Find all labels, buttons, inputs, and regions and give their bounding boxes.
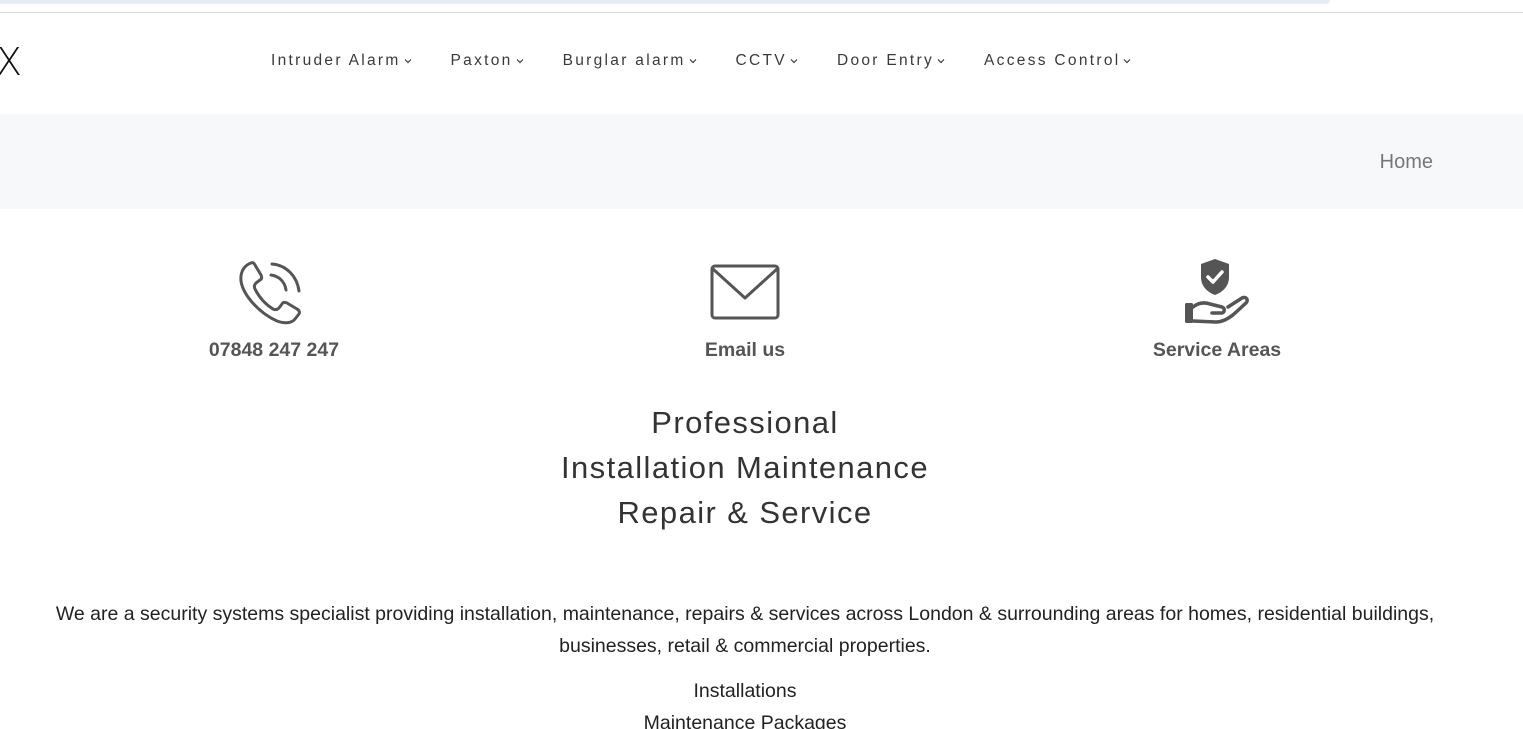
list-item: Maintenance Packages — [643, 712, 847, 729]
nav-item-burglar-alarm[interactable]: Burglar alarm — [563, 52, 698, 70]
chevron-down-icon — [790, 59, 798, 64]
chevron-down-icon — [404, 59, 411, 64]
feature-service-areas[interactable]: Service Areas — [1067, 256, 1367, 362]
site-logo[interactable]: X — [0, 40, 22, 84]
feature-label: 07848 247 247 — [208, 339, 340, 361]
heading-line: Installation Maintenance — [561, 450, 929, 485]
feature-email[interactable]: Email us — [595, 256, 895, 362]
envelope-icon — [710, 264, 780, 320]
chevron-down-icon — [516, 59, 524, 64]
chevron-down-icon — [937, 59, 945, 64]
nav-item-cctv[interactable]: CCTV — [736, 52, 799, 70]
heading-line: Repair & Service — [617, 495, 873, 530]
breadcrumb: Home — [0, 114, 1523, 209]
nav-item-paxton[interactable]: Paxton — [451, 52, 525, 70]
nav-item-label: Access Control — [984, 52, 1121, 69]
list-item: Installations — [693, 680, 797, 702]
nav-item-door-entry[interactable]: Door Entry — [837, 52, 946, 70]
service-list: Installations Maintenance Packages — [0, 675, 1490, 729]
shield-hand-icon — [1185, 259, 1249, 324]
heading-line: Professional — [651, 405, 839, 440]
header-divider — [0, 12, 1523, 13]
feature-phone[interactable]: 07848 247 247 — [124, 256, 424, 362]
page-heading: Professional Installation Maintenance Re… — [0, 400, 1490, 535]
top-strip — [0, 0, 1330, 4]
intro-paragraph: We are a security systems specialist pro… — [55, 603, 1435, 657]
nav-item-label: Intruder Alarm — [271, 52, 401, 69]
phone-icon — [239, 261, 301, 325]
nav-item-label: Burglar alarm — [562, 52, 686, 69]
nav-item-label: Paxton — [450, 52, 513, 69]
nav-item-label: CCTV — [735, 52, 787, 69]
page: X Intruder Alarm Paxton Burglar alarm CC… — [0, 0, 1523, 729]
feature-label: Email us — [704, 339, 786, 361]
chevron-down-icon — [1124, 59, 1131, 64]
breadcrumb-home-link[interactable]: Home — [1380, 151, 1433, 174]
chevron-down-icon — [689, 59, 696, 64]
nav-item-intruder-alarm[interactable]: Intruder Alarm — [271, 52, 413, 70]
feature-label: Service Areas — [1152, 339, 1282, 361]
nav-item-label: Door Entry — [836, 52, 935, 69]
main-nav: Intruder Alarm Paxton Burglar alarm CCTV… — [271, 48, 1132, 74]
nav-item-access-control[interactable]: Access Control — [984, 52, 1132, 70]
